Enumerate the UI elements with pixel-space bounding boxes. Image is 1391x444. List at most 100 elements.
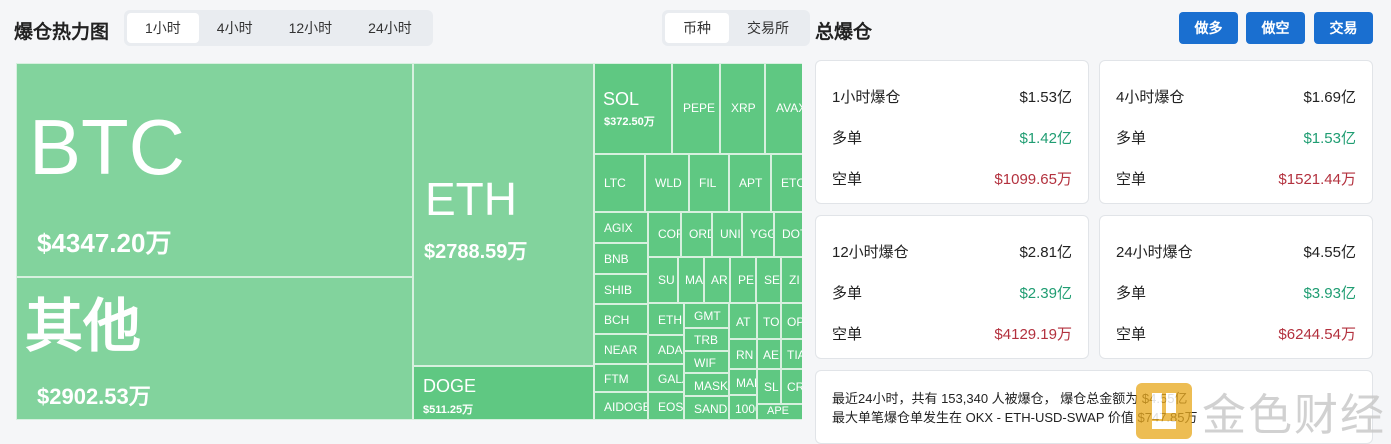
- tile-zi[interactable]: ZI: [781, 257, 802, 303]
- tab-12h[interactable]: 12小时: [271, 13, 351, 43]
- tile-symbol: SL: [764, 380, 779, 394]
- tile-symbol: 其他: [25, 294, 142, 359]
- tab-24h[interactable]: 24小时: [350, 13, 430, 43]
- tile-other[interactable]: 其他 $2902.53万: [16, 277, 413, 420]
- tile-cor[interactable]: COR: [648, 212, 681, 257]
- tile-ar[interactable]: AR: [704, 257, 730, 303]
- tile-fil[interactable]: FIL: [689, 154, 729, 212]
- tile-wld[interactable]: WLD: [645, 154, 689, 212]
- tile-symbol: APE: [767, 405, 790, 417]
- watermark-text: 金色财经: [1202, 390, 1386, 441]
- tile-etc[interactable]: ETC: [771, 154, 802, 212]
- tile-man[interactable]: MAN: [729, 369, 757, 395]
- tile-symbol: AR: [711, 273, 728, 287]
- tile-op[interactable]: OP: [781, 303, 802, 339]
- tile-symbol: MA: [685, 273, 703, 287]
- tile-symbol: TIA: [787, 348, 802, 362]
- tile-symbol: AT: [736, 315, 751, 329]
- tile-cr[interactable]: CR: [781, 369, 802, 404]
- tile-symbol: ETH: [425, 173, 517, 225]
- tile-rn[interactable]: RN: [729, 339, 757, 369]
- tile-near[interactable]: NEAR: [594, 334, 648, 364]
- long-value: $3.93亿: [1303, 285, 1356, 302]
- tile-aidoge[interactable]: AIDOGE: [594, 392, 648, 420]
- tile-tia[interactable]: TIA: [781, 339, 802, 369]
- tile-symbol: OP: [787, 315, 802, 329]
- tile-symbol: SE: [764, 273, 781, 287]
- period-label: 4小时爆仓: [1116, 89, 1185, 106]
- tile-amount: $372.50万: [604, 116, 655, 128]
- watermark: 金色财经: [1134, 380, 1386, 442]
- tile-ape[interactable]: APE: [757, 404, 802, 420]
- tile-symbol: CR: [787, 380, 802, 394]
- tile-wif[interactable]: WIF: [684, 351, 729, 373]
- long-button[interactable]: 做多: [1179, 12, 1238, 44]
- tile-dot[interactable]: DOT: [774, 212, 802, 257]
- tile-symbol: LTC: [604, 176, 626, 190]
- tile-gala[interactable]: GALA: [648, 364, 684, 392]
- tile-symbol: ETC: [781, 176, 802, 190]
- tile-eth[interactable]: ETH $2788.59万: [413, 63, 594, 366]
- tab-exchange[interactable]: 交易所: [729, 13, 807, 43]
- trade-button[interactable]: 交易: [1314, 12, 1373, 44]
- tile-symbol: NEAR: [604, 343, 638, 357]
- tile-sand[interactable]: SAND: [684, 396, 729, 420]
- liquidation-treemap: BTC $4347.20万 其他 $2902.53万 ETH $2788.59万…: [16, 63, 802, 420]
- tile-sol[interactable]: SOL $372.50万: [594, 63, 672, 154]
- tile-symbol: BCH: [604, 313, 630, 327]
- total-value: $4.55亿: [1303, 244, 1356, 261]
- tile-su[interactable]: SU: [648, 257, 678, 303]
- tile-symbol: FIL: [699, 176, 717, 190]
- tile-ada[interactable]: ADA: [648, 335, 684, 364]
- tile-agix[interactable]: AGIX: [594, 212, 648, 243]
- tile-pepe[interactable]: PEPE: [672, 63, 720, 154]
- tile-ftm[interactable]: FTM: [594, 364, 648, 392]
- tile-apt[interactable]: APT: [729, 154, 771, 212]
- group-by-selector: 币种 交易所: [662, 10, 810, 46]
- tile-xrp[interactable]: XRP: [720, 63, 765, 154]
- total-value: $1.53亿: [1019, 89, 1072, 106]
- tile-ltc[interactable]: LTC: [594, 154, 645, 212]
- short-value: $4129.19万: [994, 326, 1072, 343]
- tile-1000[interactable]: 1000: [729, 395, 757, 420]
- tile-symbol: MASK: [694, 379, 729, 393]
- tile-ma[interactable]: MA: [678, 257, 704, 303]
- long-label: 多单: [1116, 285, 1147, 302]
- tile-sl[interactable]: SL: [757, 369, 781, 404]
- tile-ae[interactable]: AE: [757, 339, 781, 369]
- tile-btc[interactable]: BTC $4347.20万: [16, 63, 413, 277]
- tile-symbol: AGIX: [604, 221, 633, 235]
- tile-symbol: XRP: [731, 101, 756, 115]
- tile-bnb[interactable]: BNB: [594, 243, 648, 274]
- card-1h: 1小时爆仓 $1.53亿 多单 $1.42亿 空单 $1099.65万: [815, 60, 1089, 204]
- tile-mask[interactable]: MASK: [684, 373, 729, 396]
- tile-symbol: 1000: [735, 402, 756, 416]
- tile-symbol: PEPE: [683, 101, 716, 115]
- tile-ygg[interactable]: YGG: [742, 212, 774, 257]
- tab-coin[interactable]: 币种: [665, 13, 729, 43]
- tile-symbol: BNB: [604, 252, 629, 266]
- tile-ethf[interactable]: ETHF: [648, 303, 684, 335]
- tile-symbol: RN: [736, 348, 754, 362]
- tile-gmt[interactable]: GMT: [684, 303, 729, 328]
- tab-1h[interactable]: 1小时: [127, 13, 199, 43]
- heatmap-title: 爆仓热力图: [14, 22, 110, 43]
- tile-doge[interactable]: DOGE $511.25万: [413, 366, 594, 420]
- tile-bch[interactable]: BCH: [594, 304, 648, 334]
- tile-symbol: ADA: [658, 343, 683, 357]
- tile-avax[interactable]: AVAX: [765, 63, 802, 154]
- tile-pe[interactable]: PE: [730, 257, 756, 303]
- tile-trb[interactable]: TRB: [684, 328, 729, 351]
- tile-symbol: SU: [658, 273, 675, 287]
- tab-4h[interactable]: 4小时: [199, 13, 271, 43]
- short-button[interactable]: 做空: [1246, 12, 1305, 44]
- short-label: 空单: [832, 171, 863, 188]
- tile-se[interactable]: SE: [756, 257, 781, 303]
- tile-shib[interactable]: SHIB: [594, 274, 648, 304]
- tile-eos[interactable]: EOS: [648, 392, 684, 420]
- tile-at[interactable]: AT: [729, 303, 757, 339]
- tile-to[interactable]: TO: [757, 303, 781, 339]
- tile-uni[interactable]: UNI: [712, 212, 742, 257]
- tile-amount: $2788.59万: [424, 241, 528, 263]
- tile-ord[interactable]: ORD: [681, 212, 712, 257]
